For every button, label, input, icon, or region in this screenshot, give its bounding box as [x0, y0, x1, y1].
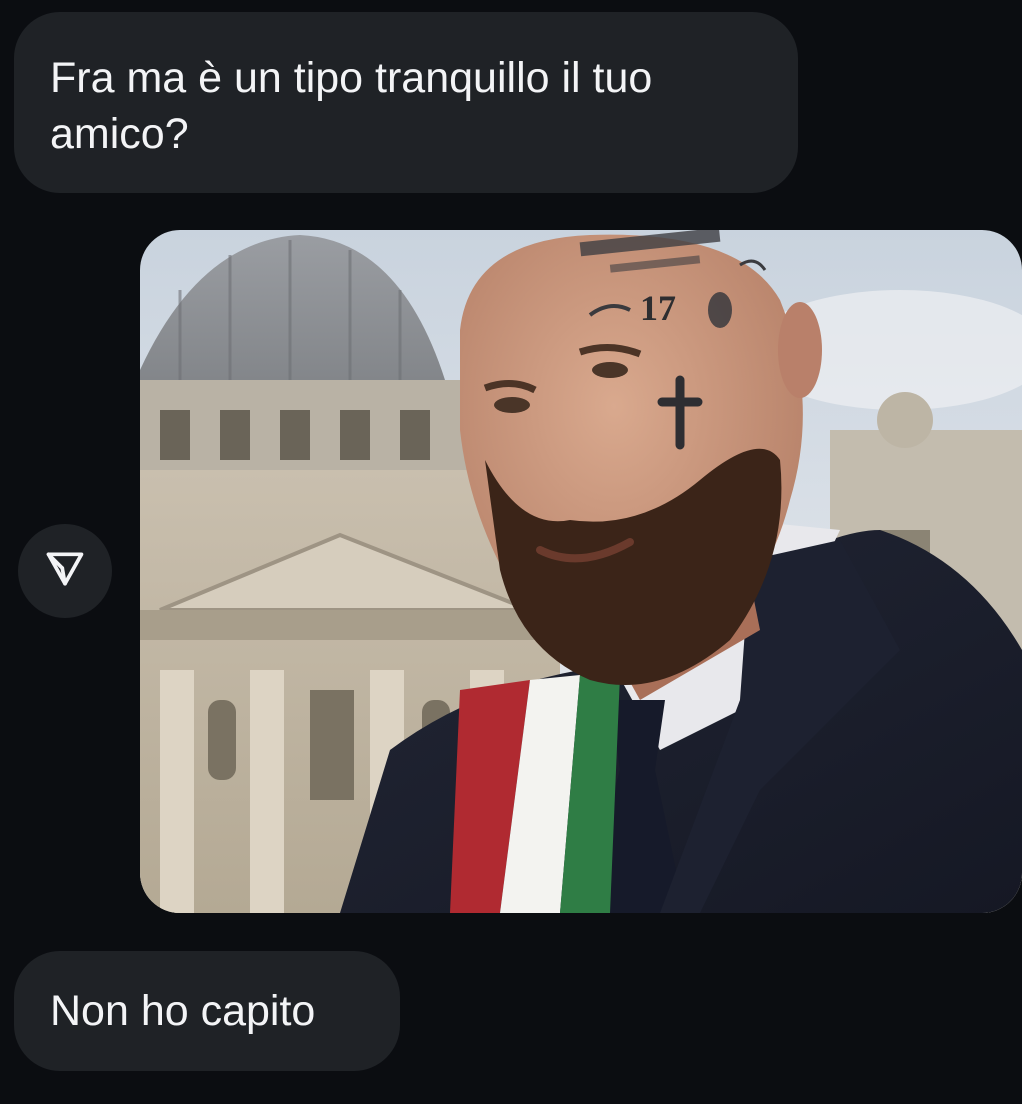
share-arrow-icon: [43, 547, 87, 596]
tattoo-text: 17: [640, 288, 676, 328]
message-text: Non ho capito: [50, 987, 316, 1035]
share-button[interactable]: [18, 524, 112, 618]
message-image[interactable]: 17: [140, 230, 1022, 913]
message-bubble-received[interactable]: Fra ma è un tipo tranquillo il tuo amico…: [14, 12, 798, 193]
message-text: Fra ma è un tipo tranquillo il tuo amico…: [50, 54, 653, 158]
photo-illustration: 17: [140, 230, 1022, 913]
message-bubble-received[interactable]: Non ho capito: [14, 951, 400, 1071]
chat-thread: Fra ma è un tipo tranquillo il tuo amico…: [0, 0, 1022, 1104]
